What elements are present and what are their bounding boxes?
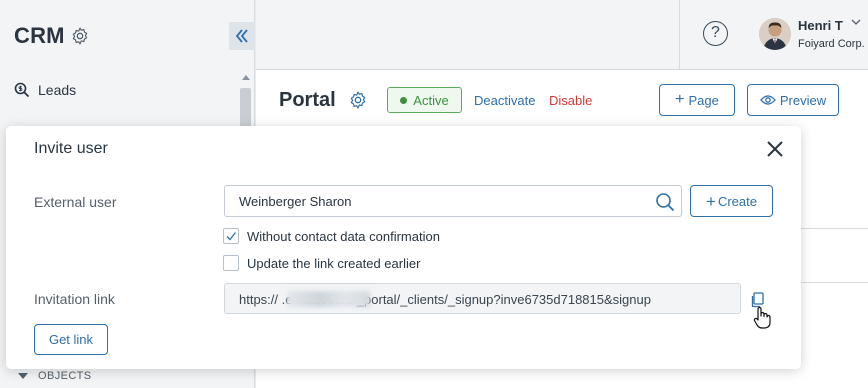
- preview-button[interactable]: Preview: [747, 84, 839, 116]
- gear-icon[interactable]: [70, 26, 90, 46]
- get-link-button[interactable]: Get link: [34, 324, 108, 355]
- app-title: CRM: [14, 23, 65, 48]
- status-badge: Active: [387, 87, 462, 113]
- gear-icon[interactable]: [348, 90, 368, 110]
- dialog-title: Invite user: [34, 140, 108, 157]
- without-confirmation-label: Without contact data confirmation: [247, 228, 440, 244]
- invitation-link-field[interactable]: https:// .elma365.eu/_portal/_clients/_s…: [224, 283, 741, 314]
- avatar[interactable]: [759, 18, 791, 50]
- scroll-up-arrow[interactable]: [242, 75, 250, 80]
- external-user-label: External user: [34, 194, 117, 210]
- update-link-checkbox[interactable]: [223, 255, 239, 271]
- help-icon[interactable]: ?: [703, 21, 728, 46]
- update-link-label: Update the link created earlier: [247, 255, 421, 271]
- status-dot-icon: [400, 96, 408, 104]
- search-dollar-icon: [14, 82, 30, 98]
- search-icon[interactable]: [655, 192, 675, 212]
- table-divider: [800, 228, 868, 229]
- user-photo: [759, 18, 791, 50]
- preview-label: Preview: [779, 92, 827, 108]
- page-title: Portal: [279, 89, 336, 111]
- collapse-sidebar-button[interactable]: [229, 22, 255, 50]
- topbar-divider: [679, 0, 680, 70]
- without-confirmation-option[interactable]: Without contact data confirmation: [223, 228, 440, 244]
- add-page-button[interactable]: + Page: [659, 84, 735, 116]
- plus-icon: +: [675, 91, 685, 108]
- create-label: Create: [717, 193, 757, 209]
- sidebar-item-label: Leads: [38, 82, 77, 98]
- user-organization: Foiyard Corp.: [798, 38, 865, 50]
- chevron-down-icon[interactable]: [851, 17, 861, 30]
- caret-down-icon: [18, 373, 28, 379]
- double-chevron-left-icon: [235, 29, 248, 43]
- close-icon[interactable]: [766, 140, 784, 158]
- table-divider: [800, 282, 868, 283]
- invite-user-dialog: Invite user External user Weinberger Sha…: [6, 126, 801, 369]
- add-page-label: Page: [688, 92, 719, 108]
- redacted-blur: [287, 291, 370, 307]
- status-label: Active: [413, 92, 449, 108]
- user-name[interactable]: Henri T: [798, 18, 843, 33]
- checkmark-icon: [226, 232, 237, 241]
- create-button[interactable]: + Create: [690, 185, 773, 217]
- sidebar-section-objects[interactable]: OBJECTS: [18, 370, 92, 382]
- disable-link[interactable]: Disable: [549, 93, 592, 108]
- eye-icon: [760, 95, 776, 105]
- without-confirmation-checkbox[interactable]: [223, 228, 239, 244]
- external-user-value: Weinberger Sharon: [239, 194, 352, 209]
- sidebar-section-label: OBJECTS: [38, 370, 92, 382]
- external-user-input[interactable]: Weinberger Sharon: [224, 185, 682, 217]
- invitation-link-label: Invitation link: [34, 291, 115, 307]
- sidebar-item-leads[interactable]: Leads: [14, 82, 76, 98]
- deactivate-link[interactable]: Deactivate: [474, 93, 535, 108]
- update-link-option[interactable]: Update the link created earlier: [223, 255, 420, 271]
- hand-cursor-icon: [753, 306, 771, 329]
- plus-icon: +: [706, 191, 716, 211]
